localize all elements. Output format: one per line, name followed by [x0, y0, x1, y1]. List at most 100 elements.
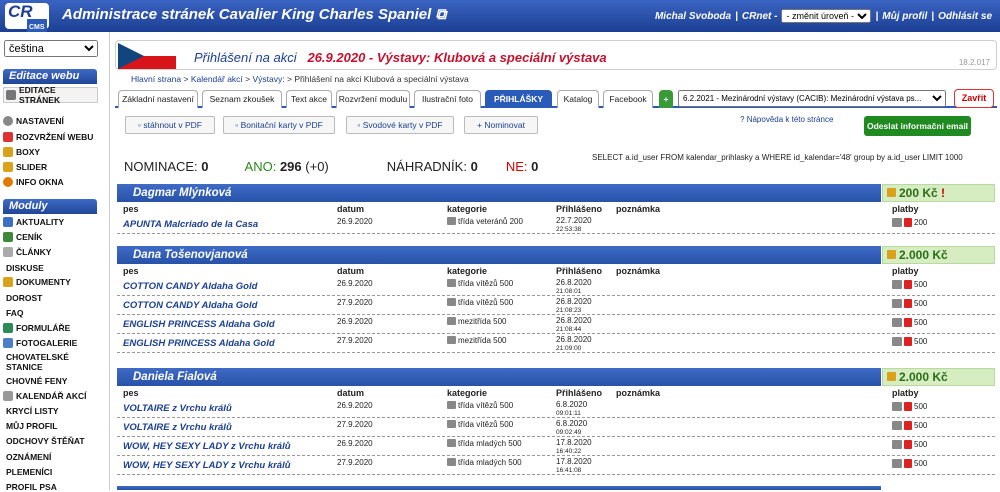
user-bar: Michal Svoboda | CRnet - - změnit úroveň…: [655, 9, 992, 23]
sidebar-item-cover-sheets[interactable]: KRYCÍ LISTY: [6, 406, 101, 416]
bonitation-pdf-button[interactable]: ▫ Bonitační karty v PDF: [223, 116, 335, 134]
dog-name-link[interactable]: COTTON CANDY Aldaha Gold: [123, 300, 257, 311]
add-tab-button[interactable]: +: [659, 90, 673, 108]
trash-icon[interactable]: [904, 280, 912, 289]
user-name: Michal Svoboda: [654, 10, 732, 22]
sidebar-item-label: SLIDER: [16, 162, 48, 172]
trash-icon[interactable]: [904, 421, 912, 430]
dog-name-link[interactable]: ENGLISH PRINCESS Aldaha Gold: [123, 319, 275, 330]
help-link[interactable]: ? Nápověda k této stránce: [740, 115, 833, 124]
sidebar-item-studs[interactable]: PLEMENÍCI: [6, 467, 101, 477]
tools-icon[interactable]: [892, 318, 902, 327]
sidebar-item-faq[interactable]: FAQ: [6, 308, 101, 318]
trash-icon[interactable]: [904, 459, 912, 468]
cms-logo[interactable]: CR CMS: [5, 3, 49, 37]
sidebar-item-forms[interactable]: FORMULÁŘE: [3, 323, 98, 333]
wrench-icon[interactable]: [447, 217, 456, 225]
wrench-icon[interactable]: [447, 420, 456, 428]
sidebar-item-my-profile[interactable]: MŮJ PROFIL: [6, 421, 101, 431]
dog-name-link[interactable]: VOLTAIRE z Vrchu králů: [123, 422, 232, 433]
dog-name-link[interactable]: VOLTAIRE z Vrchu králů: [123, 403, 232, 414]
summary-pdf-button[interactable]: ▫ Svodové karty v PDF: [346, 116, 454, 134]
owner-name[interactable]: Dagmar Mlýnková: [117, 184, 881, 202]
owner-name[interactable]: Daniela Fialová: [117, 368, 881, 386]
czech-flag: [118, 43, 176, 69]
sidebar-item-boxes[interactable]: BOXY: [3, 147, 98, 157]
sidebar-item-layout[interactable]: ROZVRŽENÍ WEBU: [3, 132, 98, 142]
sidebar-item-females[interactable]: CHOVNÉ FENY: [6, 376, 101, 386]
sidebar: čeština Editace webu EDITACE STRÁNEK NAS…: [0, 32, 110, 492]
tab-exam-list[interactable]: Seznam zkoušek: [202, 90, 282, 108]
event-select[interactable]: 6.2.2021 - Mezinárodní výstavy (CACIB): …: [678, 90, 946, 107]
show-date: 27.9.2020: [337, 298, 373, 307]
category: třída vítězů 500: [447, 401, 513, 410]
sidebar-item-articles[interactable]: ČLÁNKY: [3, 247, 98, 257]
tools-icon[interactable]: [892, 218, 902, 227]
dog-name-link[interactable]: ENGLISH PRINCESS Aldaha Gold: [123, 338, 275, 349]
trash-icon[interactable]: [904, 299, 912, 308]
sidebar-item-edit-pages[interactable]: EDITACE STRÁNEK: [3, 85, 98, 105]
level-select[interactable]: - změnit úroveň -: [781, 9, 872, 23]
wrench-icon[interactable]: [447, 279, 456, 287]
wrench-icon[interactable]: [447, 458, 456, 466]
dog-name-link[interactable]: COTTON CANDY Aldaha Gold: [123, 281, 257, 292]
external-link-icon[interactable]: ⧉: [435, 6, 446, 23]
dog-name-link[interactable]: APUNTA Malcriado de la Casa: [123, 219, 258, 230]
sidebar-item-kennels[interactable]: CHOVATELSKÉ STANICE: [6, 352, 86, 372]
wrench-icon[interactable]: [447, 401, 456, 409]
sidebar-item-dog-profile[interactable]: PROFIL PSA: [6, 482, 101, 492]
tools-icon[interactable]: [892, 337, 902, 346]
sidebar-item-news[interactable]: AKTUALITY: [3, 217, 98, 227]
pdf-icon: ▫: [357, 120, 361, 130]
logout-link[interactable]: Odhlásit se: [938, 11, 992, 22]
sidebar-item-announcements[interactable]: OZNÁMENÍ: [6, 452, 101, 462]
sidebar-item-pricelist[interactable]: CENÍK: [3, 232, 98, 242]
trash-icon[interactable]: [904, 440, 912, 449]
wrench-icon[interactable]: [447, 298, 456, 306]
sidebar-item-discussion[interactable]: DISKUSE: [6, 263, 101, 273]
payment-amount: 200: [914, 218, 928, 227]
dog-name-link[interactable]: WOW, HEY SEXY LADY z Vrchu králů: [123, 460, 291, 471]
send-info-email-button[interactable]: Odeslat informační email: [864, 116, 971, 136]
tab-module-layout[interactable]: Rozvržení modulu: [336, 90, 410, 108]
column-header-reg: Přihlášeno: [556, 388, 603, 398]
trash-icon[interactable]: [904, 337, 912, 346]
wrench-icon[interactable]: [447, 336, 456, 344]
breadcrumb-home[interactable]: Hlavní strana: [131, 74, 181, 84]
sidebar-item-gallery[interactable]: FOTOGALERIE: [3, 338, 98, 348]
owner-name[interactable]: Dana Tošenovjanová: [117, 246, 881, 264]
tools-icon[interactable]: [892, 459, 902, 468]
tab-basic-settings[interactable]: Základní nastavení: [118, 90, 198, 108]
sidebar-item-slider[interactable]: SLIDER: [3, 162, 98, 172]
sidebar-item-settings[interactable]: NASTAVENÍ: [3, 116, 98, 126]
show-date: 26.9.2020: [337, 439, 373, 448]
breadcrumb-shows[interactable]: Výstavy:: [253, 74, 285, 84]
close-button[interactable]: Zavřít: [954, 89, 994, 108]
tools-icon[interactable]: [892, 402, 902, 411]
tab-catalog[interactable]: Katalog: [557, 90, 599, 108]
wrench-icon[interactable]: [447, 439, 456, 447]
trash-icon[interactable]: [904, 402, 912, 411]
tools-icon[interactable]: [892, 421, 902, 430]
trash-icon[interactable]: [904, 218, 912, 227]
sidebar-item-documents[interactable]: DOKUMENTY: [3, 277, 98, 287]
sidebar-item-calendar[interactable]: KALENDÁŘ AKCÍ: [3, 391, 98, 401]
tools-icon[interactable]: [892, 440, 902, 449]
tab-applications[interactable]: PŘIHLÁŠKY: [485, 90, 552, 108]
wrench-icon[interactable]: [447, 317, 456, 325]
download-pdf-button[interactable]: ▫ stáhnout v PDF: [125, 116, 215, 134]
tools-icon[interactable]: [892, 280, 902, 289]
profile-link[interactable]: Můj profil: [882, 11, 927, 22]
trash-icon[interactable]: [904, 318, 912, 327]
language-select[interactable]: čeština: [4, 40, 98, 57]
tab-event-text[interactable]: Text akce: [286, 90, 332, 108]
breadcrumb-calendar[interactable]: Kalendář akcí: [191, 74, 243, 84]
sidebar-item-info-windows[interactable]: INFO OKNA: [3, 177, 98, 187]
tab-facebook[interactable]: Facebook: [603, 90, 653, 108]
tools-icon[interactable]: [892, 299, 902, 308]
nominate-button[interactable]: + Nominovat: [464, 116, 538, 134]
sidebar-item-youth[interactable]: DOROST: [6, 293, 101, 303]
sidebar-item-litters[interactable]: ODCHOVY ŠTĚŇAT: [6, 436, 101, 446]
tab-illustration-photo[interactable]: Ilustrační foto: [414, 90, 481, 108]
dog-name-link[interactable]: WOW, HEY SEXY LADY z Vrchu králů: [123, 441, 291, 452]
